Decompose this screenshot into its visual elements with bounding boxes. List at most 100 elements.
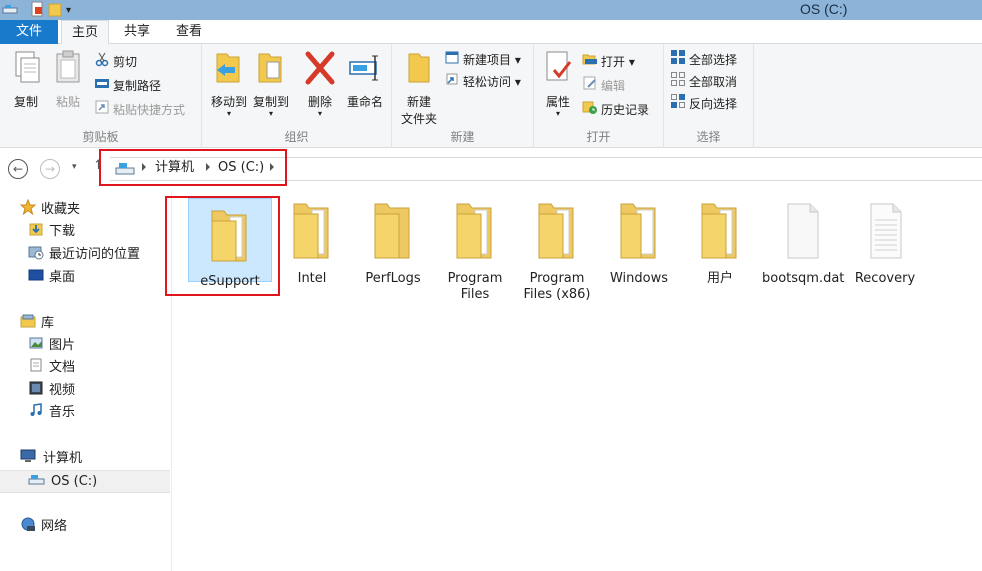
copy-to-button[interactable]: 复制到 ▾ [250,48,292,118]
ribbon: 复制 粘贴 剪切 复制路径 粘贴快捷方式 剪贴板 移动到 ▾ 复制到 ▾ 删除 … [0,44,982,148]
nav-os-c[interactable]: OS (C:) [28,472,97,492]
cut-label: 剪切 [113,55,138,69]
tab-view[interactable]: 查看 [165,20,213,44]
copy-path-label: 复制路径 [113,79,162,93]
nav-recent-label: 最近访问的位置 [49,247,141,262]
star-icon [19,198,37,222]
new-folder-icon [396,48,442,91]
file-item-bootsqm[interactable]: bootsqm.dat [762,198,844,287]
nav-videos-label: 视频 [49,383,76,398]
folder-icon [272,198,352,267]
nav-os-c-label: OS (C:) [51,474,98,489]
folder-icon [680,198,760,267]
folder-item-perflogs[interactable]: PerfLogs [353,198,433,287]
title-bar: ▾ OS (C:) [0,0,982,20]
new-folder-button[interactable]: 新建 文件夹 [396,48,442,127]
computer-icon [20,448,38,471]
folder-item-program-files[interactable]: Program Files [435,198,515,303]
nav-favorites[interactable]: 收藏夹 [19,198,81,222]
organize-group-label: 组织 [284,130,309,144]
file-name: Intel [297,271,327,286]
nav-videos[interactable]: 视频 [28,381,75,401]
recent-places-icon [28,244,44,267]
folder-item-users[interactable]: 用户 [680,198,760,287]
cut-button[interactable]: 剪切 [94,52,137,72]
nav-recent[interactable]: 最近访问的位置 [28,245,140,265]
scissors-icon [94,51,110,73]
new-item-button[interactable]: 新建项目 ▾ [444,50,521,70]
copy-path-button[interactable]: 复制路径 [94,76,161,96]
nav-computer[interactable]: 计算机 [20,449,82,469]
qat-dropdown-icon[interactable]: ▾ [66,5,71,16]
copy-to-icon [250,48,292,91]
music-icon [28,402,44,425]
nav-music[interactable]: 音乐 [28,402,76,425]
select-all-button[interactable]: 全部选择 [670,50,737,70]
edit-icon [582,75,598,97]
properties-label: 属性 [545,95,570,109]
network-icon [20,516,36,539]
recent-locations-dropdown[interactable]: ▾ [72,162,77,172]
window-title: OS (C:) [800,1,848,17]
tab-share[interactable]: 共享 [113,20,161,44]
history-icon [582,99,598,121]
folder-item-program-files-x86[interactable]: Program Files (x86) [517,198,597,303]
nav-pictures-label: 图片 [49,338,76,353]
organize-group: 移动到 ▾ 复制到 ▾ 删除 ▾ 重命名 组织 [202,44,392,148]
nav-documents[interactable]: 文档 [28,358,75,378]
nav-network[interactable]: 网络 [20,517,67,537]
nav-downloads[interactable]: 下载 [28,222,75,242]
paste-button[interactable]: 粘贴 [50,48,86,110]
paste-shortcut-button[interactable]: 粘贴快捷方式 [94,100,185,120]
new-group-label: 新建 [450,130,475,144]
file-name: Program Files [447,271,503,302]
tab-file[interactable]: 文件 [0,20,58,44]
invert-selection-button[interactable]: 反向选择 [670,94,737,114]
pictures-icon [28,335,44,358]
new-item-icon [444,49,460,71]
easy-access-button[interactable]: 轻松访问 ▾ [444,72,521,92]
history-button[interactable]: 历史记录 [582,100,649,120]
file-name: Recovery [854,271,916,286]
paste-icon [50,48,86,91]
desktop-icon [28,267,44,290]
documents-icon [28,357,44,380]
file-icon [762,198,842,267]
select-none-button[interactable]: 全部取消 [670,72,737,92]
select-none-icon [670,71,686,93]
rename-button[interactable]: 重命名 [342,48,388,110]
new-folder-icon[interactable] [48,1,62,20]
ribbon-tabs: 文件 主页 共享 查看 [0,20,982,45]
nav-desktop-label: 桌面 [49,270,76,285]
clipboard-group: 复制 粘贴 剪切 复制路径 粘贴快捷方式 剪贴板 [0,44,202,148]
drive-icon [28,471,46,494]
file-item-recovery[interactable]: Recovery [845,198,925,287]
move-to-label: 移动到 [210,95,247,109]
tab-home[interactable]: 主页 [61,20,109,45]
copy-button[interactable]: 复制 [6,48,46,110]
delete-label: 删除 [307,95,332,109]
drive-icon[interactable] [2,2,18,19]
forward-button[interactable]: → [40,159,60,179]
properties-button[interactable]: 属性 ▾ [540,48,576,118]
invert-selection-icon [670,93,686,115]
paste-label: 粘贴 [55,95,80,109]
select-none-label: 全部取消 [689,75,738,89]
nav-music-label: 音乐 [49,405,76,420]
nav-favorites-label: 收藏夹 [41,202,81,217]
text-file-icon [845,198,925,267]
properties-icon[interactable] [30,1,44,20]
back-button[interactable]: ← [8,159,28,179]
delete-button[interactable]: 删除 ▾ [302,48,338,118]
open-button[interactable]: 打开 ▾ [582,52,635,72]
nav-downloads-label: 下载 [49,224,76,239]
nav-pictures[interactable]: 图片 [28,336,75,356]
file-list: eSupport Intel PerfLogs Program Files Pr… [172,190,982,571]
folder-item-windows[interactable]: Windows [599,198,679,287]
nav-desktop[interactable]: 桌面 [28,268,75,288]
folder-item-intel[interactable]: Intel [272,198,352,287]
nav-libraries-label: 库 [41,316,55,331]
move-to-button[interactable]: 移动到 ▾ [206,48,252,118]
nav-libraries[interactable]: 库 [20,314,54,334]
edit-button[interactable]: 编辑 [582,76,625,96]
